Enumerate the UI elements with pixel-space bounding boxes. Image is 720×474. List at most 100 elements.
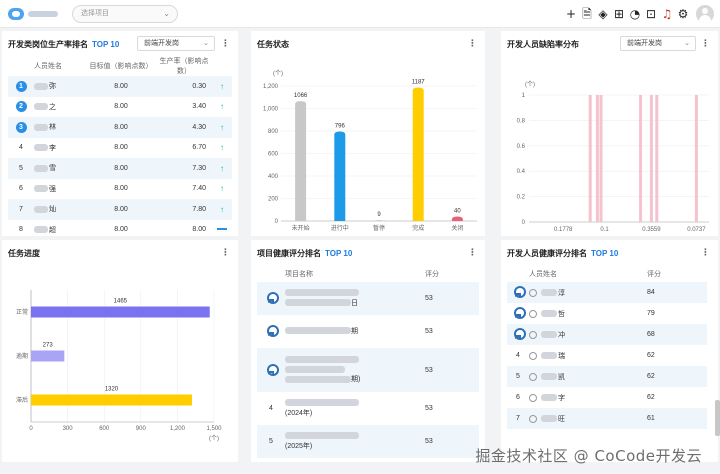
more-menu-icon[interactable]: ⋮ [468, 247, 477, 258]
project-name-tail: 期) [351, 376, 361, 383]
table-row[interactable]: 4 瑞 62 [507, 345, 707, 366]
chevron-down-icon: ⌄ [163, 9, 170, 18]
top-label: TOP 10 [591, 249, 619, 258]
project-name-cell: 期 [285, 315, 425, 348]
trend-up-icon: ↑ [220, 102, 224, 112]
y-unit-label: (个) [273, 70, 283, 77]
name-suffix: 淳 [558, 289, 565, 297]
column-header: 人员姓名 [529, 271, 557, 278]
table-row[interactable]: 5 雪 8.00 7.30 ↑ [8, 158, 232, 179]
name-suffix: 哲 [558, 310, 565, 318]
table-row[interactable]: 7 旺 61 [507, 408, 707, 429]
productivity-table: 人员姓名 目标值（影响点数） 生产率（影响点数） 1 弥 8.00 0.30 ↑ 2 之 8.… [8, 56, 232, 236]
rank-badge: 3 [15, 121, 27, 133]
rank-number: 5 [516, 373, 520, 380]
name-cell: 灿 [34, 199, 86, 220]
user-icon [529, 351, 537, 360]
bell-icon[interactable]: ♫ [660, 7, 674, 21]
rank-number: 4 [19, 144, 23, 152]
table-row[interactable]: 期) 53 [257, 348, 479, 392]
blurred-name [34, 103, 48, 111]
score-cell: 53 [425, 438, 433, 445]
table-row[interactable]: 1 弥 8.00 0.30 ↑ [8, 76, 232, 97]
table-row[interactable]: 6 字 62 [507, 387, 707, 408]
more-menu-icon[interactable]: ⋮ [221, 247, 230, 258]
project-name-tail: (2025年) [285, 442, 313, 450]
logo-text [28, 11, 58, 17]
x-tick-label: 900 [136, 426, 147, 432]
user-avatar[interactable] [696, 5, 714, 23]
blurred-name [34, 226, 48, 234]
doc-icon[interactable]: 🗎 [580, 7, 594, 21]
briefcase-icon[interactable]: ⊡ [644, 7, 658, 21]
data-label: 273 [43, 343, 54, 349]
more-menu-icon[interactable]: ⋮ [701, 247, 710, 258]
x-tick-label: 0.0737 [687, 227, 706, 233]
y-tick-label: 0.8 [517, 118, 526, 124]
rank-cell: 5 [507, 366, 529, 387]
rank-cell: 4 [507, 345, 529, 366]
x-tick-label: 未开始 [292, 224, 310, 232]
data-label: 1320 [105, 387, 119, 393]
rank-cell [257, 282, 285, 315]
target-cell: 8.00 [114, 205, 128, 213]
x-tick-label: 600 [99, 426, 110, 432]
y-tick-label: 0.2 [517, 195, 526, 201]
blurred-name [34, 185, 48, 193]
task-progress-chart: 0 300 600 900 1,200 1,500 (个) 1465 正常 273 逾期 1320 滞后 [16, 290, 222, 442]
table-row[interactable]: 4 (2024年) 53 [257, 392, 479, 425]
table-row[interactable]: 日 53 [257, 282, 479, 315]
table-row[interactable]: 3 林 8.00 4.30 ↑ [8, 117, 232, 138]
rate-cell: 8.00 [192, 226, 206, 234]
table-row[interactable]: 7 灿 8.00 7.80 ↑ [8, 199, 232, 220]
name-suffix: 雪 [49, 165, 56, 173]
trend-up-icon: ↑ [220, 122, 224, 132]
name-suffix: 瑞 [558, 352, 565, 360]
table-row[interactable]: 期 53 [257, 315, 479, 348]
productivity-ranking-panel: 开发类岗位生产率排名 TOP 10 前端开发岗 ⌄ ⋮ 人员姓名 目标值（影响点数）… [2, 31, 238, 236]
blurred-project-name [285, 299, 351, 307]
blurred-name [541, 289, 557, 297]
top-bar: 选择项目 ⌄ + 🗎 ◈ ⊞ ◔ ⊡ ♫ ⚙ [0, 0, 720, 28]
trend-up-icon: ↑ [220, 204, 224, 214]
project-name-line: (2025年) [285, 442, 425, 452]
gear-icon[interactable]: ⚙ [676, 7, 690, 21]
table-row[interactable]: 5 凯 62 [507, 366, 707, 387]
rank-cell [257, 348, 285, 392]
app-logo[interactable] [8, 7, 60, 21]
column-header: 评分 [425, 271, 439, 278]
score-cell: 68 [647, 331, 655, 338]
task-progress-panel: 任务进度 ⋮ 0 300 600 900 1,200 1,500 (个) 1465 正常 273 逾… [2, 240, 238, 462]
table-row[interactable]: 淳 84 [507, 282, 707, 303]
dev-health-title: 开发人员健康评分排名 [507, 249, 587, 258]
pie-icon[interactable]: ◔ [628, 7, 642, 21]
blurred-project-name [285, 432, 359, 440]
trend-cell: ↑ [212, 179, 232, 200]
table-row[interactable]: 哲 79 [507, 303, 707, 324]
name-suffix: 李 [49, 144, 56, 152]
role-select[interactable]: 前端开发岗 ⌄ [137, 36, 215, 51]
score-cell: 84 [647, 289, 655, 296]
table-row[interactable]: 2 之 8.00 3.40 ↑ [8, 97, 232, 118]
layers-icon[interactable]: ◈ [596, 7, 610, 21]
y-tick-label: 0.6 [517, 144, 526, 150]
name-suffix: 凯 [558, 373, 565, 381]
user-icon [529, 288, 537, 297]
rank-badge: 2 [15, 101, 27, 113]
table-row[interactable]: 8 超 8.00 8.00 [8, 220, 232, 237]
user-icon [529, 372, 537, 381]
plus-icon[interactable]: + [564, 7, 578, 21]
more-menu-icon[interactable]: ⋮ [221, 38, 230, 49]
y-tick-label: 1,000 [263, 107, 279, 113]
project-select[interactable]: 选择项目 ⌄ [72, 5, 178, 23]
table-row[interactable]: 5 (2025年) 53 [257, 425, 479, 458]
name-cell: 林 [34, 117, 86, 138]
page-scrollbar[interactable] [715, 400, 720, 436]
target-cell: 8.00 [114, 185, 128, 193]
table-row[interactable]: 4 李 8.00 6.70 ↑ [8, 138, 232, 159]
table-row[interactable]: 冲 68 [507, 324, 707, 345]
trend-cell: ↑ [212, 138, 232, 159]
grid-icon[interactable]: ⊞ [612, 7, 626, 21]
score-cell: 53 [425, 295, 433, 302]
table-row[interactable]: 6 强 8.00 7.40 ↑ [8, 179, 232, 200]
